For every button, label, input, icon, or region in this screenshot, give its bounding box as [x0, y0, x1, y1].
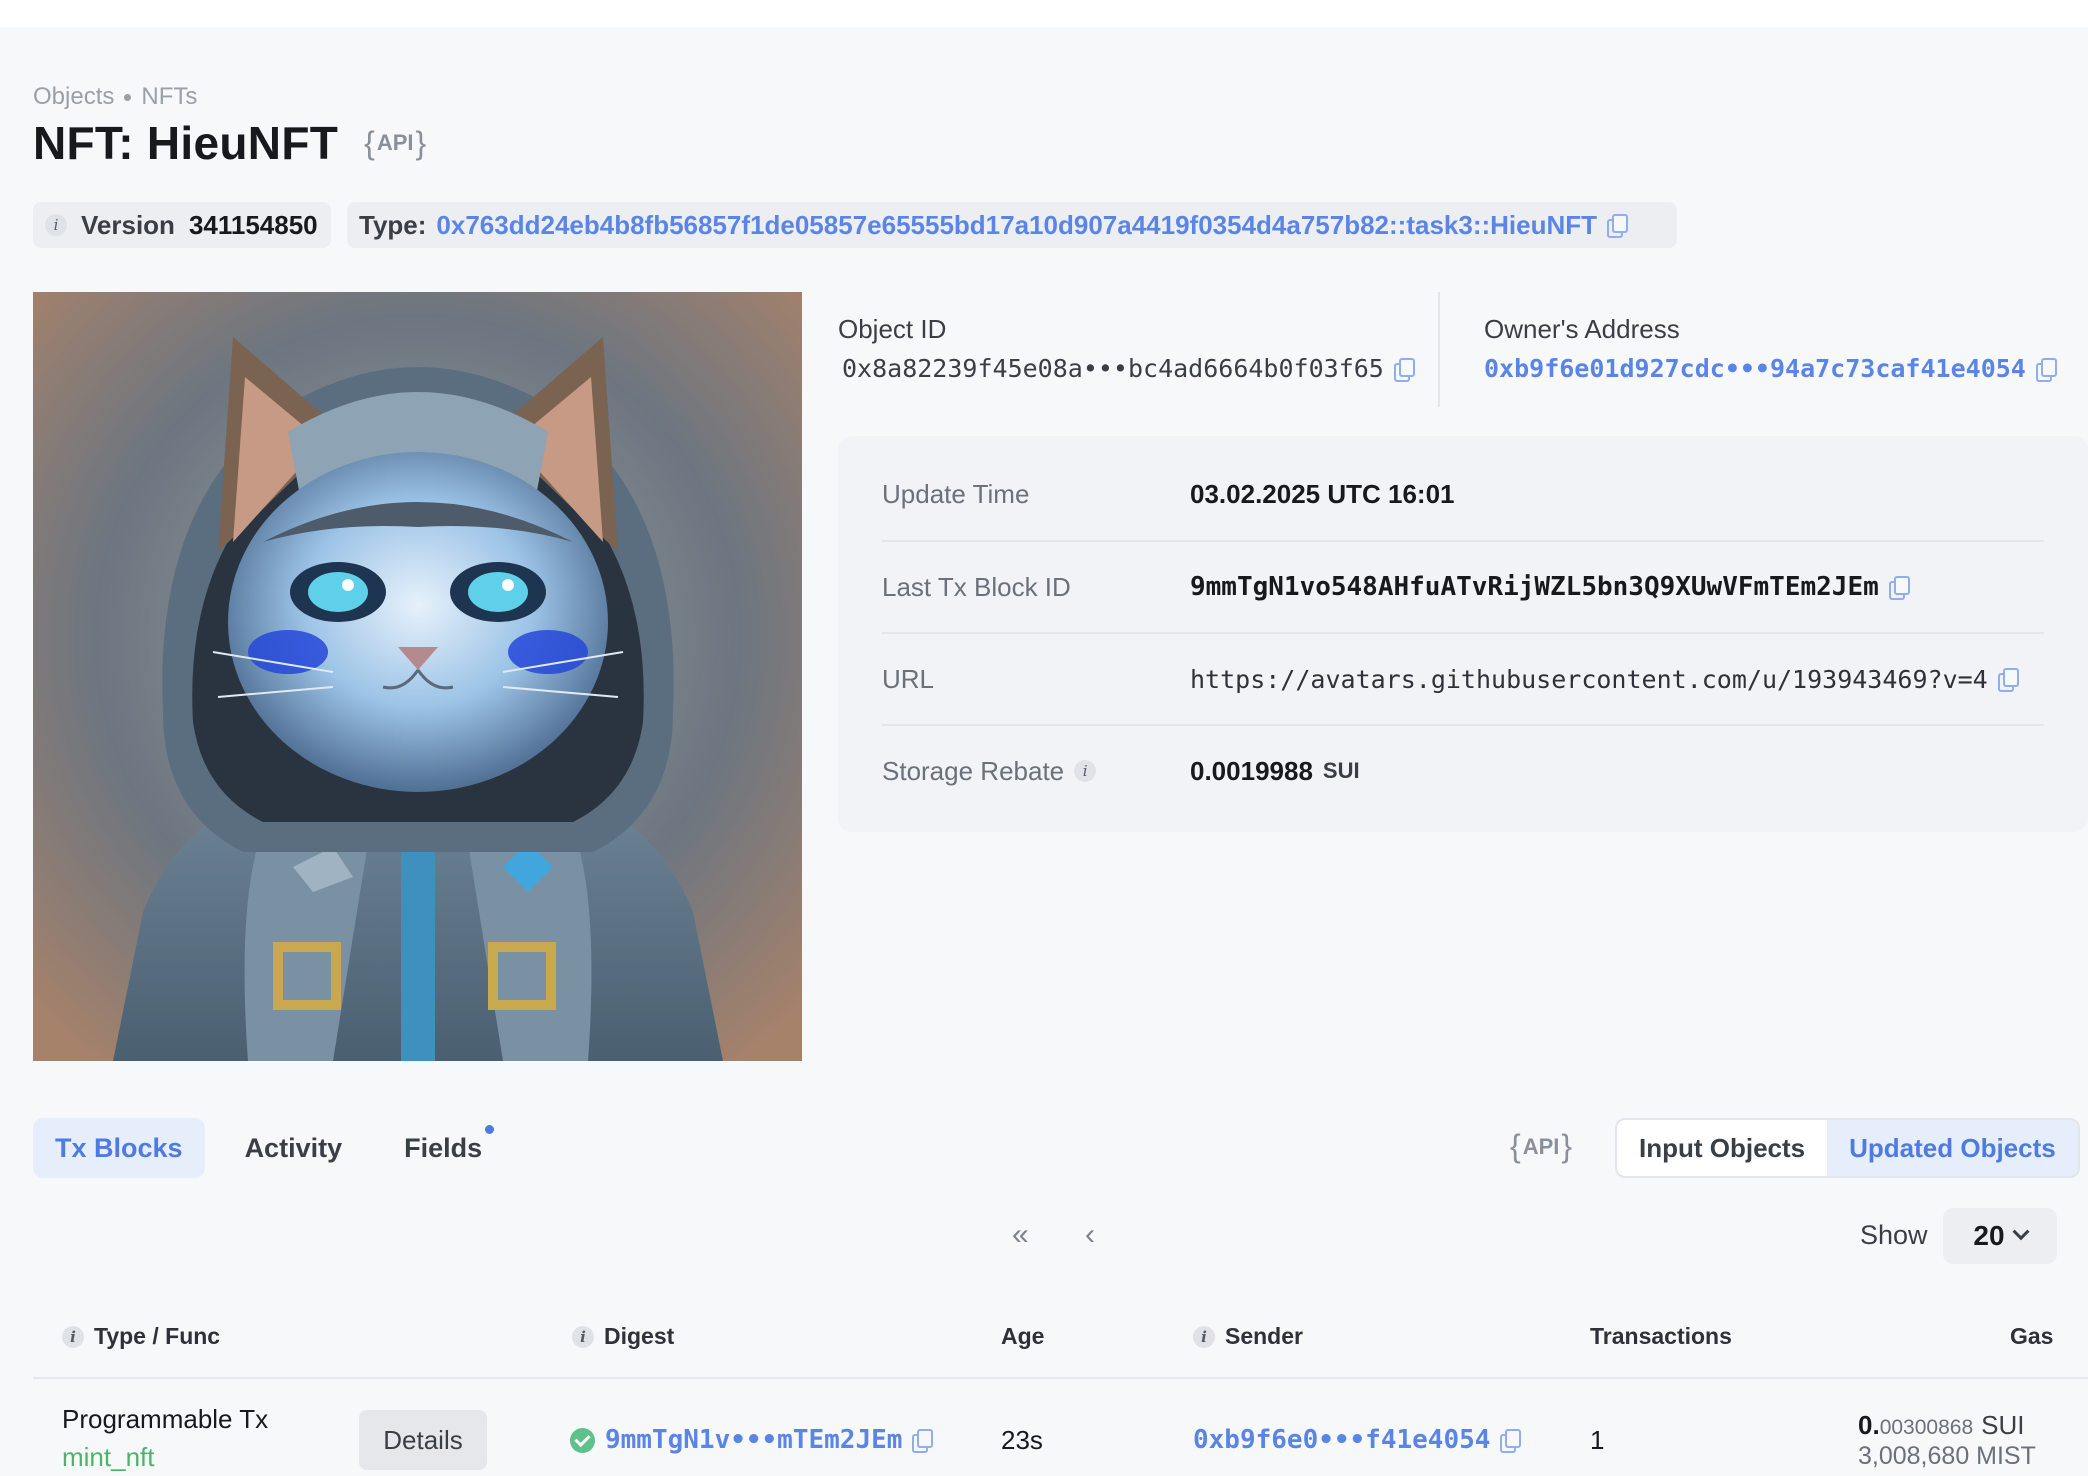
tab-fields-label: Fields — [404, 1132, 483, 1163]
url-value: https://avatars.githubusercontent.com/u/… — [1190, 664, 1988, 694]
type-chip: Type: 0x763dd24eb4b8fb56857f1de05857e655… — [347, 202, 1677, 248]
storage-rebate-unit: SUI — [1322, 758, 1360, 783]
copy-icon[interactable] — [1997, 668, 2019, 692]
page-size-select[interactable]: 20 — [1943, 1208, 2057, 1264]
table-divider — [33, 1377, 2088, 1379]
chevron-left-icon[interactable]: ‹ — [1085, 1218, 1095, 1252]
gas-int: 0. — [1858, 1410, 1880, 1440]
info-icon[interactable]: i — [572, 1325, 594, 1348]
api-label: API — [1522, 1133, 1560, 1159]
breadcrumb-nfts[interactable]: NFTs — [141, 83, 197, 111]
tab-fields[interactable]: Fields — [382, 1118, 504, 1178]
copy-icon[interactable] — [912, 1429, 934, 1453]
row-gas: 0. 00300868 SUI — [1858, 1410, 2024, 1441]
storage-rebate-label: Storage Rebate — [882, 755, 1065, 786]
object-id-label: Object ID — [838, 314, 947, 344]
copy-icon[interactable] — [1607, 214, 1629, 238]
object-id-text: 0x8a82239f45e08a•••bc4ad6664b0f03f65 — [842, 354, 1384, 383]
object-details-card: Update Time 03.02.2025 UTC 16:01 Last Tx… — [838, 436, 2088, 832]
owner-address-link[interactable]: 0xb9f6e01d927cdc•••94a7c73caf41e4054 — [1484, 354, 2026, 383]
updated-objects-button[interactable]: Updated Objects — [1827, 1120, 2078, 1176]
last-tx-row: Last Tx Block ID 9mmTgN1vo548AHfuATvRijW… — [882, 540, 2044, 632]
info-icon[interactable]: i — [1074, 760, 1097, 782]
type-label: Type: — [359, 209, 427, 240]
breadcrumb-separator — [124, 93, 132, 101]
copy-icon[interactable] — [1500, 1429, 1522, 1453]
info-icon[interactable]: i — [45, 214, 67, 236]
title-row: NFT: HieuNFT {API} — [33, 116, 426, 170]
info-icon[interactable]: i — [1193, 1325, 1215, 1348]
type-value-link[interactable]: 0x763dd24eb4b8fb56857f1de05857e65555bd17… — [436, 210, 1597, 241]
owner-address-value: 0xb9f6e01d927cdc•••94a7c73caf41e4054 — [1484, 354, 2057, 383]
header-sender: i Sender — [1193, 1323, 1303, 1350]
update-time-label: Update Time — [882, 478, 1030, 509]
version-label: Version — [81, 209, 175, 240]
notification-dot — [485, 1125, 495, 1134]
object-id-value: 0x8a82239f45e08a•••bc4ad6664b0f03f65 — [842, 354, 1415, 383]
divider — [1438, 292, 1440, 407]
row-digest: 9mmTgN1v•••mTEm2JEm — [570, 1425, 934, 1455]
row-func: mint_nft — [62, 1442, 155, 1472]
storage-rebate-value: 0.0019988 — [1190, 755, 1313, 786]
url-label: URL — [882, 663, 935, 694]
owner-address-label: Owner's Address — [1484, 314, 1680, 344]
input-objects-button[interactable]: Input Objects — [1617, 1120, 1827, 1176]
api-label: API — [376, 130, 414, 155]
header-digest: i Digest — [572, 1323, 674, 1350]
header-age: Age — [1001, 1323, 1045, 1349]
row-transactions: 1 — [1590, 1425, 1605, 1455]
details-button[interactable]: Details — [359, 1410, 487, 1470]
update-time-row: Update Time 03.02.2025 UTC 16:01 — [882, 448, 2044, 540]
row-digest-link[interactable]: 9mmTgN1v•••mTEm2JEm — [605, 1425, 902, 1455]
copy-icon[interactable] — [2035, 357, 2057, 382]
copy-icon[interactable] — [1888, 576, 1910, 600]
info-icon[interactable]: i — [62, 1325, 84, 1348]
tab-bar: Tx Blocks Activity Fields — [33, 1118, 504, 1178]
gas-mist: 3,008,680 MIST — [1858, 1442, 2036, 1470]
breadcrumb: Objects NFTs — [33, 83, 197, 111]
gas-frac: 00300868 — [1879, 1416, 1974, 1439]
header-type-func-label: Type / Func — [94, 1323, 221, 1349]
tab-activity[interactable]: Activity — [223, 1118, 365, 1178]
breadcrumb-objects[interactable]: Objects — [33, 83, 114, 111]
show-label: Show — [1860, 1220, 1928, 1250]
storage-rebate-row: Storage Rebate i 0.0019988 SUI — [882, 724, 2044, 816]
row-type: Programmable Tx — [62, 1404, 269, 1434]
copy-icon[interactable] — [1393, 357, 1415, 382]
row-sender: 0xb9f6e0•••f41e4054 — [1193, 1425, 1522, 1455]
tab-tx-blocks[interactable]: Tx Blocks — [33, 1118, 205, 1178]
row-age: 23s — [1001, 1425, 1043, 1455]
nft-image — [33, 292, 802, 1061]
url-row: URL https://avatars.githubusercontent.co… — [882, 632, 2044, 724]
last-tx-link[interactable]: 9mmTgN1vo548AHfuATvRijWZL5bn3Q9XUwVFmTEm… — [1190, 572, 1879, 602]
version-value: 341154850 — [188, 209, 318, 240]
last-tx-label: Last Tx Block ID — [882, 571, 1071, 602]
api-link[interactable]: {API} — [364, 125, 426, 162]
header-digest-label: Digest — [604, 1323, 675, 1349]
page-size-value: 20 — [1973, 1220, 2005, 1251]
api-link[interactable]: {API} — [1510, 1128, 1572, 1165]
objects-segmented-control: Input Objects Updated Objects — [1615, 1118, 2080, 1178]
check-circle-icon — [570, 1427, 595, 1453]
header-gas: Gas — [2010, 1323, 2054, 1349]
header-type-func: i Type / Func — [62, 1323, 220, 1350]
header-sender-label: Sender — [1225, 1323, 1303, 1349]
gas-unit: SUI — [1981, 1410, 2025, 1440]
chevron-double-left-icon[interactable]: « — [1012, 1218, 1029, 1252]
row-sender-link[interactable]: 0xb9f6e0•••f41e4054 — [1193, 1425, 1490, 1455]
chevron-down-icon — [2012, 1223, 2030, 1241]
page-title: NFT: HieuNFT — [33, 117, 339, 169]
version-chip: i Version 341154850 — [33, 202, 331, 248]
header-transactions: Transactions — [1590, 1323, 1732, 1349]
update-time-value: 03.02.2025 UTC 16:01 — [1190, 478, 1455, 509]
